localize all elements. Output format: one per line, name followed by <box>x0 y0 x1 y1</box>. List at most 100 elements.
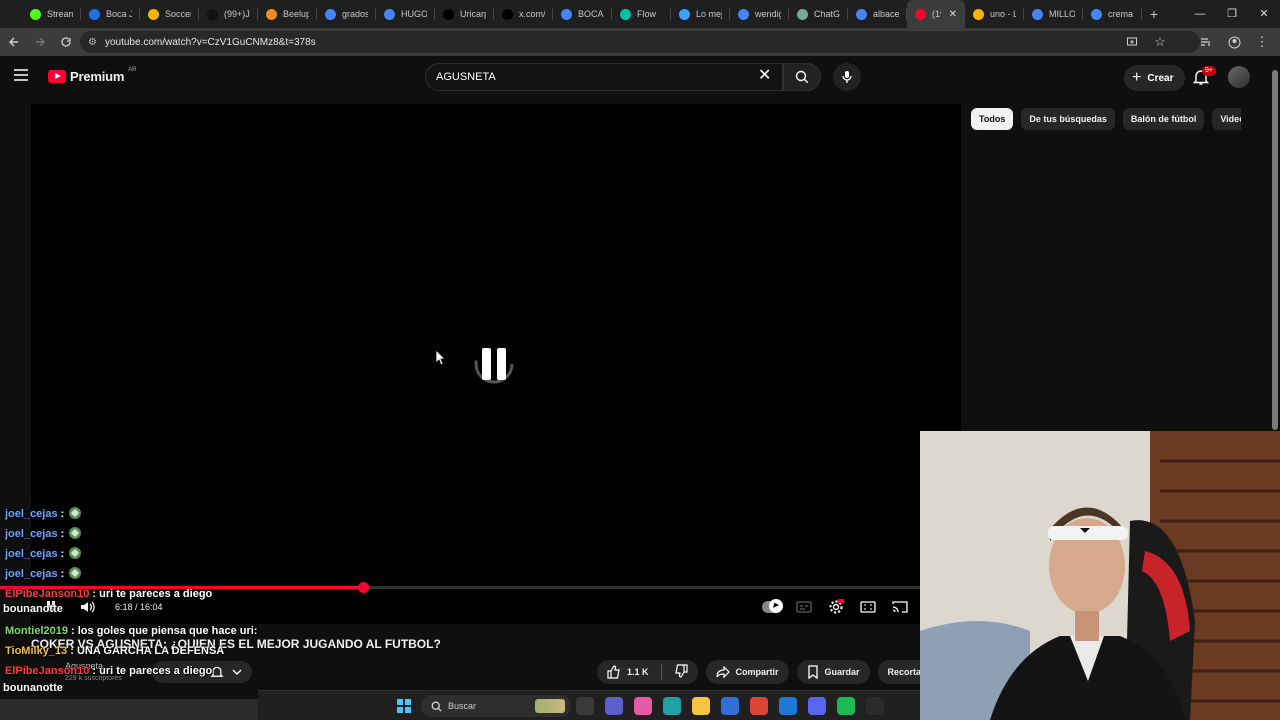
autoplay-toggle[interactable] <box>762 598 783 616</box>
guide-menu-button[interactable] <box>14 68 34 88</box>
u-icon <box>973 8 984 20</box>
chip-football[interactable]: Balón de fútbol <box>1122 108 1205 130</box>
minimize-button[interactable]: — <box>1184 0 1216 28</box>
browser-tab[interactable]: uno - L <box>965 0 1024 28</box>
obs-icon[interactable] <box>866 697 884 715</box>
scrollbar-thumb[interactable] <box>1272 70 1278 430</box>
search-input[interactable]: AGUSNETA <box>425 63 783 91</box>
profile-icon[interactable] <box>1222 30 1246 54</box>
dislike-button[interactable] <box>674 664 688 680</box>
chip-videos[interactable]: Videos r <box>1212 108 1241 130</box>
clear-search-icon[interactable]: ✕ <box>758 68 771 84</box>
browser-tab[interactable]: ChatGP <box>789 0 848 28</box>
beelup-icon <box>266 8 277 20</box>
browser-tab[interactable]: crema <box>1083 0 1142 28</box>
chat-username: joel_cejas <box>5 548 58 560</box>
media-control-icon[interactable] <box>1194 30 1218 54</box>
address-bar[interactable]: ⚙ youtube.com/watch?v=CzV1GuCNMz8&t=378s <box>80 31 1200 53</box>
copilot-icon[interactable] <box>634 697 652 715</box>
install-app-icon[interactable] <box>1120 30 1144 54</box>
reload-button[interactable] <box>54 30 78 54</box>
google-icon <box>738 8 749 20</box>
discord-icon[interactable] <box>808 697 826 715</box>
close-tab-icon[interactable]: ✕ <box>949 9 957 20</box>
maximize-button[interactable]: ❐ <box>1216 0 1248 28</box>
bookmark-star-icon[interactable]: ☆ <box>1148 30 1172 54</box>
browser-tab[interactable]: albacet <box>848 0 907 28</box>
browser-tab[interactable]: Boca Ju <box>81 0 140 28</box>
save-button[interactable]: Guardar <box>796 660 870 684</box>
browser-tab[interactable]: Beelup <box>258 0 317 28</box>
volume-button[interactable] <box>80 600 96 614</box>
subtitles-button[interactable] <box>794 598 814 616</box>
tab-title: uno - L <box>990 9 1016 19</box>
teams-icon[interactable] <box>605 697 623 715</box>
browser-tab[interactable]: BOCA <box>553 0 612 28</box>
browser-tab[interactable]: Soccer <box>140 0 199 28</box>
account-avatar[interactable] <box>1228 66 1250 88</box>
youtube-premium-logo[interactable]: Premium AR <box>48 66 137 84</box>
browser-tab[interactable]: Uricarp <box>435 0 494 28</box>
search-highlight-art <box>535 699 565 713</box>
country-code: AR <box>128 66 137 73</box>
chat-message: joel_cejas : <box>5 527 82 540</box>
chrome-icon[interactable] <box>750 697 768 715</box>
edge-icon[interactable] <box>663 697 681 715</box>
gear-icon <box>829 599 844 614</box>
browser-tab[interactable]: Flow <box>612 0 671 28</box>
u-icon <box>148 8 159 20</box>
theater-mode-button[interactable] <box>858 598 878 616</box>
chat-bottom-bar <box>0 699 258 720</box>
forward-button[interactable] <box>28 30 52 54</box>
settings-button[interactable] <box>826 598 846 616</box>
store-icon[interactable] <box>721 697 739 715</box>
browser-tab[interactable]: HUGO <box>376 0 435 28</box>
spotify-icon[interactable] <box>837 697 855 715</box>
chat-text: UNA GARCHA LA DEFENSA <box>76 645 225 657</box>
chat-emote-icon <box>69 527 82 539</box>
new-tab-button[interactable]: + <box>1142 6 1166 22</box>
cast-button[interactable] <box>890 598 910 616</box>
tab-title: Lo mej <box>696 9 722 19</box>
windows-start-icon[interactable] <box>397 699 411 713</box>
share-arrow-icon <box>715 666 730 678</box>
chatgpt-icon <box>797 8 808 20</box>
file-explorer-icon[interactable] <box>692 697 710 715</box>
plus-icon: + <box>1132 69 1142 86</box>
outlook-icon[interactable] <box>779 697 797 715</box>
close-window-button[interactable]: ✕ <box>1248 0 1280 28</box>
like-button[interactable]: 1.1 K <box>607 665 649 679</box>
google-icon <box>384 8 395 20</box>
tab-title: (19 <box>932 9 941 19</box>
share-label: Compartir <box>735 667 779 677</box>
voice-search-button[interactable] <box>833 63 861 91</box>
browser-tab[interactable]: x.com/ <box>494 0 553 28</box>
browser-tab[interactable]: MILLO <box>1024 0 1083 28</box>
save-label: Guardar <box>824 667 860 677</box>
youtube-icon <box>915 8 926 20</box>
chat-emote-icon <box>69 567 82 579</box>
back-button[interactable] <box>2 30 26 54</box>
chip-todos[interactable]: Todos <box>971 108 1014 130</box>
chip-from-searches[interactable]: De tus búsquedas <box>1021 108 1115 130</box>
create-button[interactable]: + Crear <box>1124 65 1186 91</box>
tab-title: Boca Ju <box>106 9 132 19</box>
search-button[interactable] <box>783 63 821 91</box>
tab-title: Uricarp <box>460 9 486 19</box>
browser-tab[interactable]: grados <box>317 0 376 28</box>
taskbar-search[interactable]: Buscar <box>421 695 571 717</box>
tab-title: ChatGP <box>814 9 840 19</box>
browser-tab[interactable]: (19 ✕ <box>907 0 965 28</box>
browser-tab[interactable]: wendig <box>730 0 789 28</box>
x-icon <box>502 8 513 20</box>
browser-tab[interactable]: Stream <box>22 0 81 28</box>
browser-tab[interactable]: Lo mej <box>671 0 730 28</box>
share-button[interactable]: Compartir <box>705 660 789 684</box>
tab-title: Soccer <box>165 9 191 19</box>
site-info-icon[interactable]: ⚙ <box>88 37 97 48</box>
browser-menu-icon[interactable]: ⋮ <box>1250 30 1274 54</box>
browser-tab[interactable]: (99+)Ju <box>199 0 258 28</box>
task-view-icon[interactable] <box>576 697 594 715</box>
pause-icon[interactable] <box>473 344 515 384</box>
video-actions: 1.1 K Compartir Guardar Recortar <box>597 660 939 684</box>
